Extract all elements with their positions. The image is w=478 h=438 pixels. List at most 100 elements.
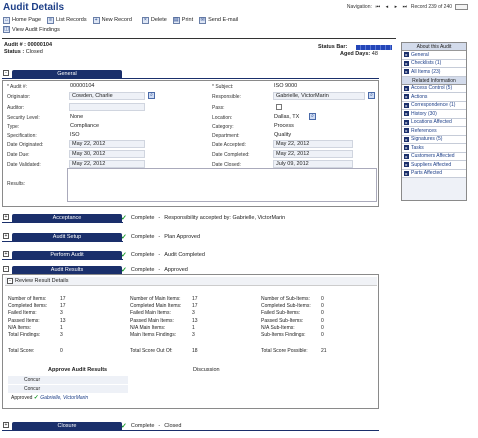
findings-icon: ◫ [3, 26, 10, 33]
new-record-icon: + [92, 16, 100, 24]
originator-field[interactable]: Cowden, Charlie [69, 92, 145, 100]
navigation-label: Navigation: [346, 4, 372, 10]
review-collapse-toggle[interactable]: - [7, 278, 13, 284]
failed-sub-items-value: 0 [321, 310, 324, 316]
list-icon: ≡ [47, 16, 55, 24]
first-record-button[interactable]: ⏮ [375, 4, 381, 10]
results-separator: - [158, 267, 161, 273]
main-items-findings-label: Main Items Findings: [130, 332, 177, 338]
nav-suppliers-affected-label: Suppliers Affected [411, 161, 452, 168]
setup-status-text: Complete [130, 234, 155, 240]
send-email-button[interactable]: ✉ Send E-mail [199, 16, 238, 24]
nav-all-items[interactable]: ▸ All Items (23) [402, 68, 466, 77]
nav-access-control-label: Access Control (5) [411, 85, 453, 91]
check-icon: ✓ [33, 395, 39, 401]
acceptance-note: Responsibility accepted by: Gabrielle, V… [164, 215, 286, 221]
closure-separator: - [158, 423, 161, 429]
tab-audit-results[interactable]: Audit Results [12, 266, 122, 274]
audit-no-value: 00000104 [70, 83, 95, 89]
delete-button[interactable]: × Delete [141, 16, 167, 24]
results-textarea[interactable] [67, 168, 377, 202]
tab-general[interactable]: General [12, 70, 122, 78]
department-value: Quality [274, 132, 292, 138]
arrow-right-icon: ▸ [404, 170, 409, 176]
arrow-right-icon: ▸ [404, 111, 409, 117]
home-page-button[interactable]: ⌂ Home Page [3, 16, 41, 24]
approve-results-title: Approve Audit Results [48, 367, 108, 373]
number-of-sub-items-label: Number of Sub-Items: [261, 296, 310, 302]
prev-record-button[interactable]: ◂ [384, 4, 390, 10]
new-record-button[interactable]: + New Record [92, 16, 132, 24]
perform-status-text: Complete [130, 252, 155, 258]
audit-number-label: Audit # : [4, 42, 26, 48]
perform-expand-toggle[interactable]: + [3, 251, 9, 257]
nav-general-label: General [411, 51, 429, 58]
closure-tab-line [2, 430, 379, 431]
record-navigation: Navigation: ⏮ ◂ ▸ ⏭ Record 239 of 240 [347, 4, 468, 10]
discussion-title: Discussion [193, 367, 220, 373]
closure-expand-toggle[interactable]: + [3, 422, 9, 428]
list-records-button[interactable]: ≡ List Records [47, 16, 87, 24]
arrow-right-icon: ▸ [404, 119, 409, 125]
location-lookup-icon[interactable]: ⌕ [309, 113, 316, 120]
auditor-field[interactable] [69, 103, 145, 111]
na-main-items-value: 1 [192, 325, 195, 331]
nav-parts-affected[interactable]: ▸ Parts Affected [402, 169, 466, 178]
pass-label: Pass: [212, 105, 225, 111]
responsible-field[interactable]: Gabrielle, VictorMarin [273, 92, 365, 100]
category-label: Category: [212, 124, 234, 130]
arrow-right-icon: ▸ [404, 136, 409, 142]
originator-lookup-icon[interactable]: ⌕ [148, 92, 155, 99]
setup-expand-toggle[interactable]: + [3, 233, 9, 239]
date-validated-field[interactable]: May 22, 2012 [69, 160, 145, 168]
tab-closure[interactable]: Closure [12, 422, 122, 430]
date-completed-field[interactable]: May 22, 2012 [273, 150, 353, 158]
type-label: Type: [7, 124, 20, 130]
approval-row: Approved ✓ Gabrielle, VictorMarin [8, 394, 128, 403]
arrow-right-icon: ▸ [404, 52, 409, 58]
nav-history-label: History (30) [411, 110, 437, 117]
audit-number-header: Audit # : 00000104 [4, 42, 52, 48]
failed-items-label: Failed Items: [8, 310, 37, 316]
acceptance-expand-toggle[interactable]: + [3, 214, 9, 220]
email-icon: ✉ [199, 16, 207, 24]
date-originated-field[interactable]: May 22, 2012 [69, 140, 145, 148]
date-accepted-field[interactable]: May 22, 2012 [273, 140, 353, 148]
print-button[interactable]: ▤ Print [172, 16, 193, 24]
security-level-value: None [70, 114, 84, 120]
perform-note: Audit Completed [164, 252, 205, 258]
passed-items-label: Passed Items: [8, 318, 40, 324]
nav-parts-affected-label: Parts Affected [411, 170, 443, 176]
general-collapse-toggle[interactable]: - [3, 70, 9, 76]
status-bar [356, 45, 392, 50]
total-findings-label: Total Findings: [8, 332, 41, 338]
failed-main-items-value: 3 [192, 310, 195, 316]
tab-acceptance[interactable]: Acceptance [12, 214, 122, 222]
passed-items-value: 13 [60, 318, 66, 324]
na-sub-items-label: N/A Sub-Items: [261, 325, 295, 331]
responsible-lookup-icon[interactable]: ⌕ [368, 92, 375, 99]
passed-main-items-value: 13 [192, 318, 198, 324]
pass-checkbox[interactable] [276, 104, 282, 110]
arrow-right-icon: ▸ [404, 145, 409, 151]
total-score-value: 0 [60, 348, 63, 354]
originator-label: Originator: [7, 94, 31, 100]
review-result-header[interactable]: Review Result Details [5, 277, 377, 286]
nav-actions-label: Actions [411, 93, 428, 100]
subject-value: ISO 9000 [274, 83, 298, 89]
right-panel: About this Audit ▸ General ▸ Checklists (1… [401, 42, 467, 201]
tab-perform-audit[interactable]: Perform Audit [12, 251, 122, 259]
view-audit-findings-button[interactable]: ◫ View Audit Findings [3, 26, 60, 33]
delete-label: Delete [150, 17, 167, 23]
record-jump-input[interactable] [455, 4, 468, 10]
passed-main-items-label: Passed Main Items: [130, 318, 174, 324]
last-record-button[interactable]: ⏭ [402, 4, 408, 10]
tab-audit-setup[interactable]: Audit Setup [12, 233, 122, 241]
results-collapse-toggle[interactable]: - [3, 266, 9, 272]
total-score-label: Total Score: [8, 348, 35, 354]
na-main-items-label: N/A Main Items: [130, 325, 166, 331]
date-closed-field[interactable]: July 09, 2012 [273, 160, 353, 168]
next-record-button[interactable]: ▸ [393, 4, 399, 10]
category-value: Process [274, 123, 294, 129]
date-due-field[interactable]: May 30, 2012 [69, 150, 145, 158]
